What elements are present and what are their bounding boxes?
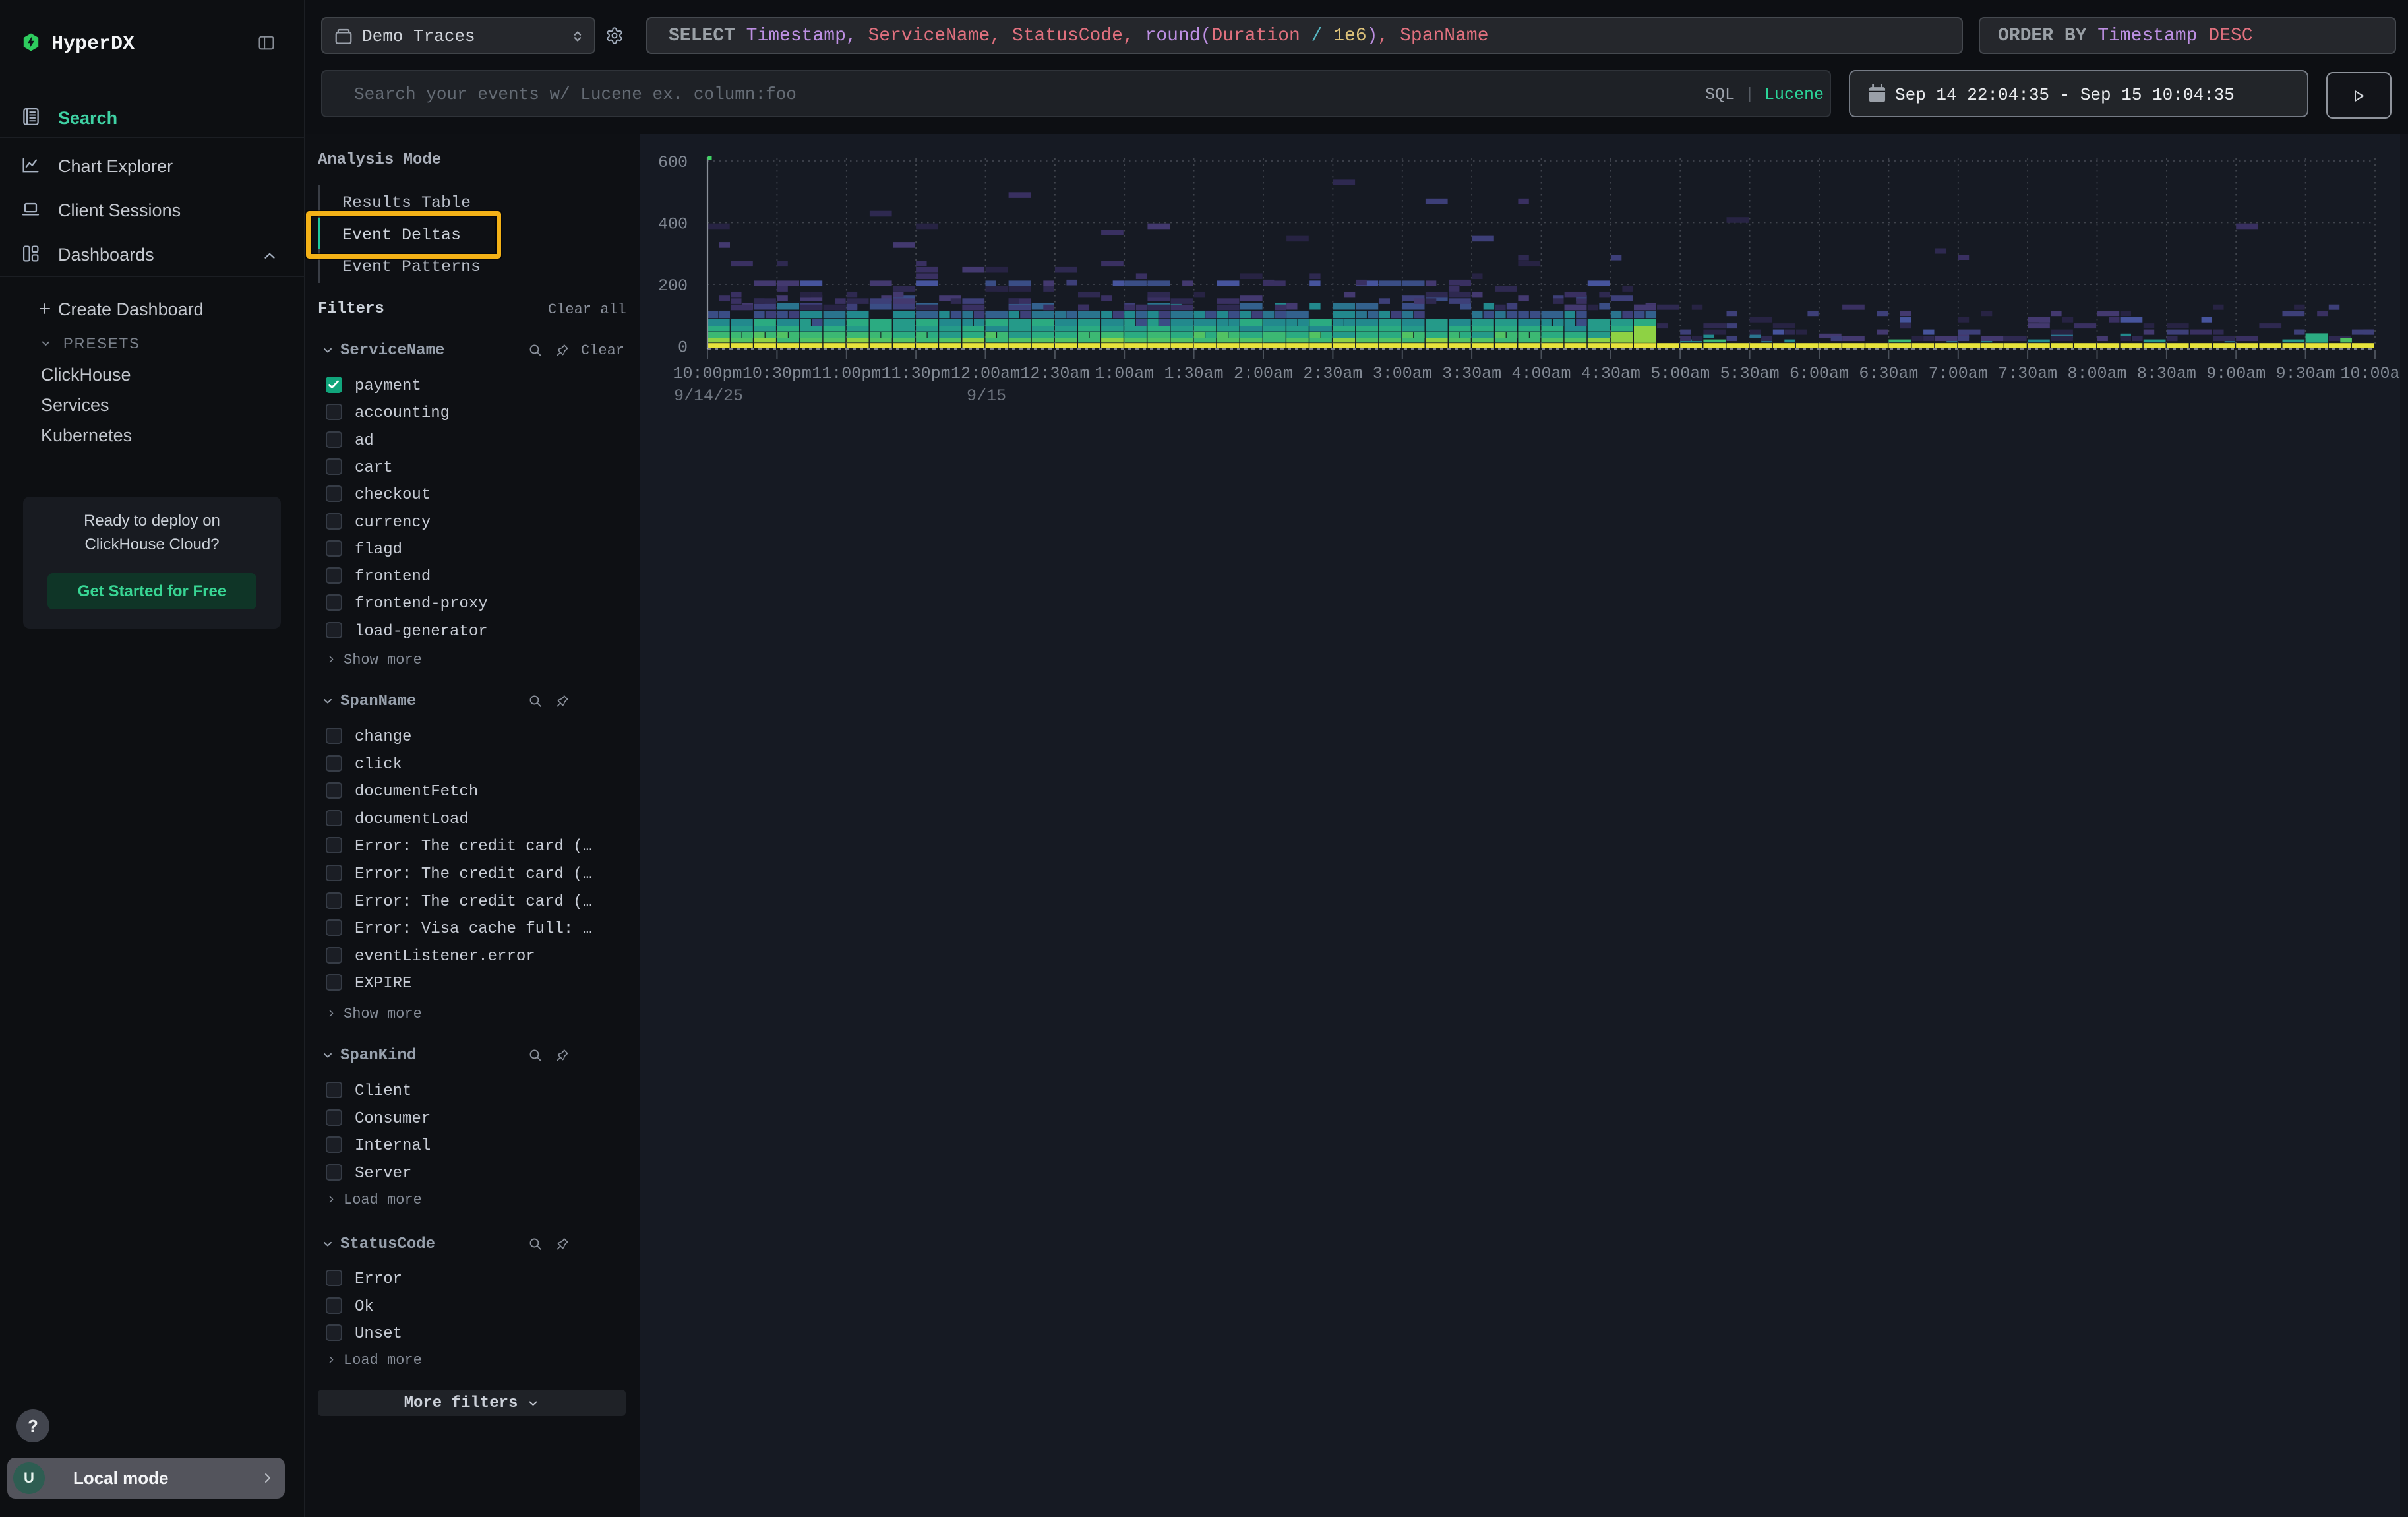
svg-text:5:00am: 5:00am [1650, 364, 1710, 383]
svg-text:0: 0 [678, 338, 688, 357]
svg-text:5:30am: 5:30am [1720, 364, 1780, 383]
svg-text:4:00am: 4:00am [1511, 364, 1571, 383]
svg-text:8:00am: 8:00am [2067, 364, 2126, 383]
svg-text:1:30am: 1:30am [1164, 364, 1224, 383]
svg-text:7:00am: 7:00am [1929, 364, 1988, 383]
svg-text:4:30am: 4:30am [1581, 364, 1640, 383]
svg-text:6:00am: 6:00am [1790, 364, 1849, 383]
svg-text:10:00pm: 10:00pm [673, 364, 742, 383]
svg-text:9/15: 9/15 [967, 387, 1006, 406]
svg-text:11:00pm: 11:00pm [812, 364, 881, 383]
svg-text:8:30am: 8:30am [2137, 364, 2196, 383]
svg-text:11:30pm: 11:30pm [882, 364, 951, 383]
svg-text:7:30am: 7:30am [1998, 364, 2057, 383]
svg-text:9/14/25: 9/14/25 [674, 387, 743, 406]
svg-text:9:30am: 9:30am [2276, 364, 2335, 383]
svg-text:2:30am: 2:30am [1303, 364, 1362, 383]
svg-text:2:00am: 2:00am [1234, 364, 1293, 383]
svg-text:6:30am: 6:30am [1859, 364, 1918, 383]
svg-text:9:00am: 9:00am [2206, 364, 2266, 383]
svg-text:200: 200 [658, 276, 688, 295]
svg-text:1:00am: 1:00am [1095, 364, 1154, 383]
svg-text:400: 400 [658, 215, 688, 234]
svg-text:12:00am: 12:00am [951, 364, 1020, 383]
svg-text:3:00am: 3:00am [1373, 364, 1432, 383]
svg-text:10:00am: 10:00am [2340, 364, 2408, 383]
svg-text:3:30am: 3:30am [1442, 364, 1501, 383]
svg-text:10:30pm: 10:30pm [742, 364, 812, 383]
svg-text:600: 600 [658, 153, 688, 172]
svg-text:12:30am: 12:30am [1020, 364, 1089, 383]
